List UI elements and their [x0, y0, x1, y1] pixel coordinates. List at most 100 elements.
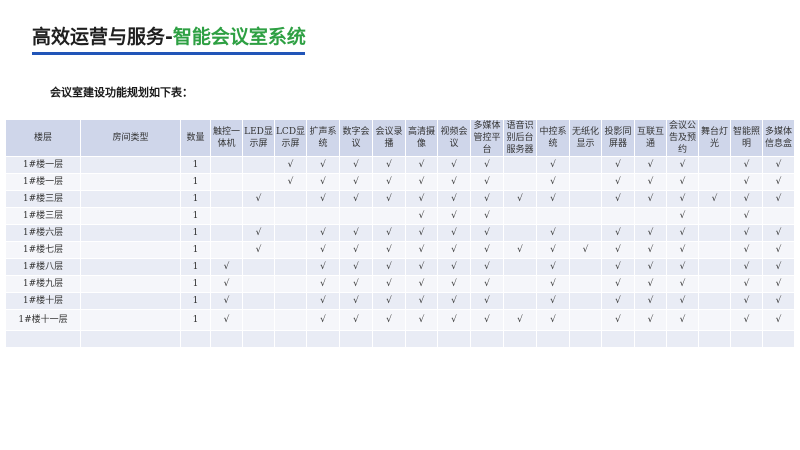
table-cell [274, 292, 307, 310]
table-cell: √ [405, 173, 438, 191]
table-cell: √ [470, 292, 504, 310]
table-cell [210, 224, 243, 242]
column-header: 会议录播 [372, 119, 406, 157]
table-cell: 1 [180, 190, 211, 208]
table-cell: √ [569, 241, 602, 259]
table-cell [503, 275, 537, 293]
table-cell: √ [242, 190, 275, 208]
column-header: 中控系统 [536, 119, 570, 157]
table-cell: √ [634, 309, 667, 331]
table-cell: 1 [180, 173, 211, 191]
column-header: 扩声系统 [306, 119, 340, 157]
table-cell: √ [405, 156, 438, 174]
table-cell: √ [242, 224, 275, 242]
table-row: 1#楼十层 1 √ √ √ √ √ √ √ √ √ √ √ √ √ [5, 292, 795, 310]
table-cell: √ [762, 173, 795, 191]
table-cell: √ [470, 207, 504, 225]
table-cell [274, 224, 307, 242]
table-cell [242, 156, 275, 174]
table-cell [698, 207, 731, 225]
table-cell [569, 224, 602, 242]
table-cell: 1#楼三层 [5, 190, 81, 208]
table-cell [274, 190, 307, 208]
table-cell: √ [536, 190, 570, 208]
table-cell: √ [372, 241, 406, 259]
table-cell [242, 275, 275, 293]
table-cell [634, 330, 667, 348]
table-cell: 1 [180, 275, 211, 293]
table-cell [569, 258, 602, 276]
table-cell: √ [306, 241, 340, 259]
table-cell: √ [470, 258, 504, 276]
table-cell: √ [634, 241, 667, 259]
table-cell: 1#楼一层 [5, 156, 81, 174]
table-cell: √ [306, 173, 340, 191]
table-cell [80, 292, 181, 310]
table-cell: √ [405, 292, 438, 310]
table-cell [210, 173, 243, 191]
column-header: 智能照明 [730, 119, 763, 157]
table-cell [698, 224, 731, 242]
table-cell: 1#楼十一层 [5, 309, 81, 331]
table-cell [503, 330, 537, 348]
table-cell [698, 173, 731, 191]
table-cell: √ [730, 190, 763, 208]
table-cell [242, 309, 275, 331]
column-header: 数字会议 [339, 119, 373, 157]
table-cell [5, 330, 81, 348]
table-cell: 1#楼七层 [5, 241, 81, 259]
column-header: 视频会议 [437, 119, 471, 157]
table-cell: √ [730, 309, 763, 331]
table-cell [210, 241, 243, 259]
table-cell: √ [666, 275, 699, 293]
table-cell: √ [372, 309, 406, 331]
table-cell: √ [730, 207, 763, 225]
table-cell [569, 292, 602, 310]
table-cell [634, 207, 667, 225]
table-cell: √ [470, 224, 504, 242]
table-cell [210, 156, 243, 174]
table-cell: √ [536, 275, 570, 293]
table-cell: √ [601, 156, 635, 174]
table-cell: √ [470, 173, 504, 191]
table-cell [274, 330, 307, 348]
table-cell [569, 207, 602, 225]
table-cell: √ [405, 224, 438, 242]
table-row: 1#楼六层 1 √ √ √ √ √ √ √ √ √ √ √ √ √ [5, 224, 795, 242]
column-header: 多媒体管控平台 [470, 119, 504, 157]
table-cell: √ [762, 156, 795, 174]
table-cell [242, 258, 275, 276]
table-cell [698, 292, 731, 310]
table-cell: √ [372, 275, 406, 293]
table-cell: √ [339, 309, 373, 331]
table-cell: √ [306, 275, 340, 293]
table-cell: √ [437, 275, 471, 293]
table-cell: √ [405, 258, 438, 276]
table-cell: √ [536, 241, 570, 259]
table-cell: √ [405, 275, 438, 293]
table-cell [306, 330, 340, 348]
table-cell: 1 [180, 241, 211, 259]
table-cell: √ [536, 292, 570, 310]
column-header: 会议公告及预约 [666, 119, 699, 157]
table-cell: √ [339, 241, 373, 259]
table-cell: √ [601, 258, 635, 276]
column-header: 房间类型 [80, 119, 181, 157]
table-cell: 1#楼十层 [5, 292, 81, 310]
table-cell: √ [274, 173, 307, 191]
table-cell: √ [437, 241, 471, 259]
table-cell [210, 330, 243, 348]
column-header: 楼层 [5, 119, 81, 157]
table-row: 1#楼八层 1 √ √ √ √ √ √ √ √ √ √ √ √ √ [5, 258, 795, 276]
table-cell: √ [762, 292, 795, 310]
table-cell: √ [730, 275, 763, 293]
table-cell: √ [666, 173, 699, 191]
table-cell: √ [666, 292, 699, 310]
table-cell [80, 156, 181, 174]
table-cell [470, 330, 504, 348]
table-cell: √ [634, 224, 667, 242]
table-cell: √ [437, 309, 471, 331]
table-cell: √ [730, 224, 763, 242]
table-cell: √ [601, 309, 635, 331]
table-cell [80, 309, 181, 331]
